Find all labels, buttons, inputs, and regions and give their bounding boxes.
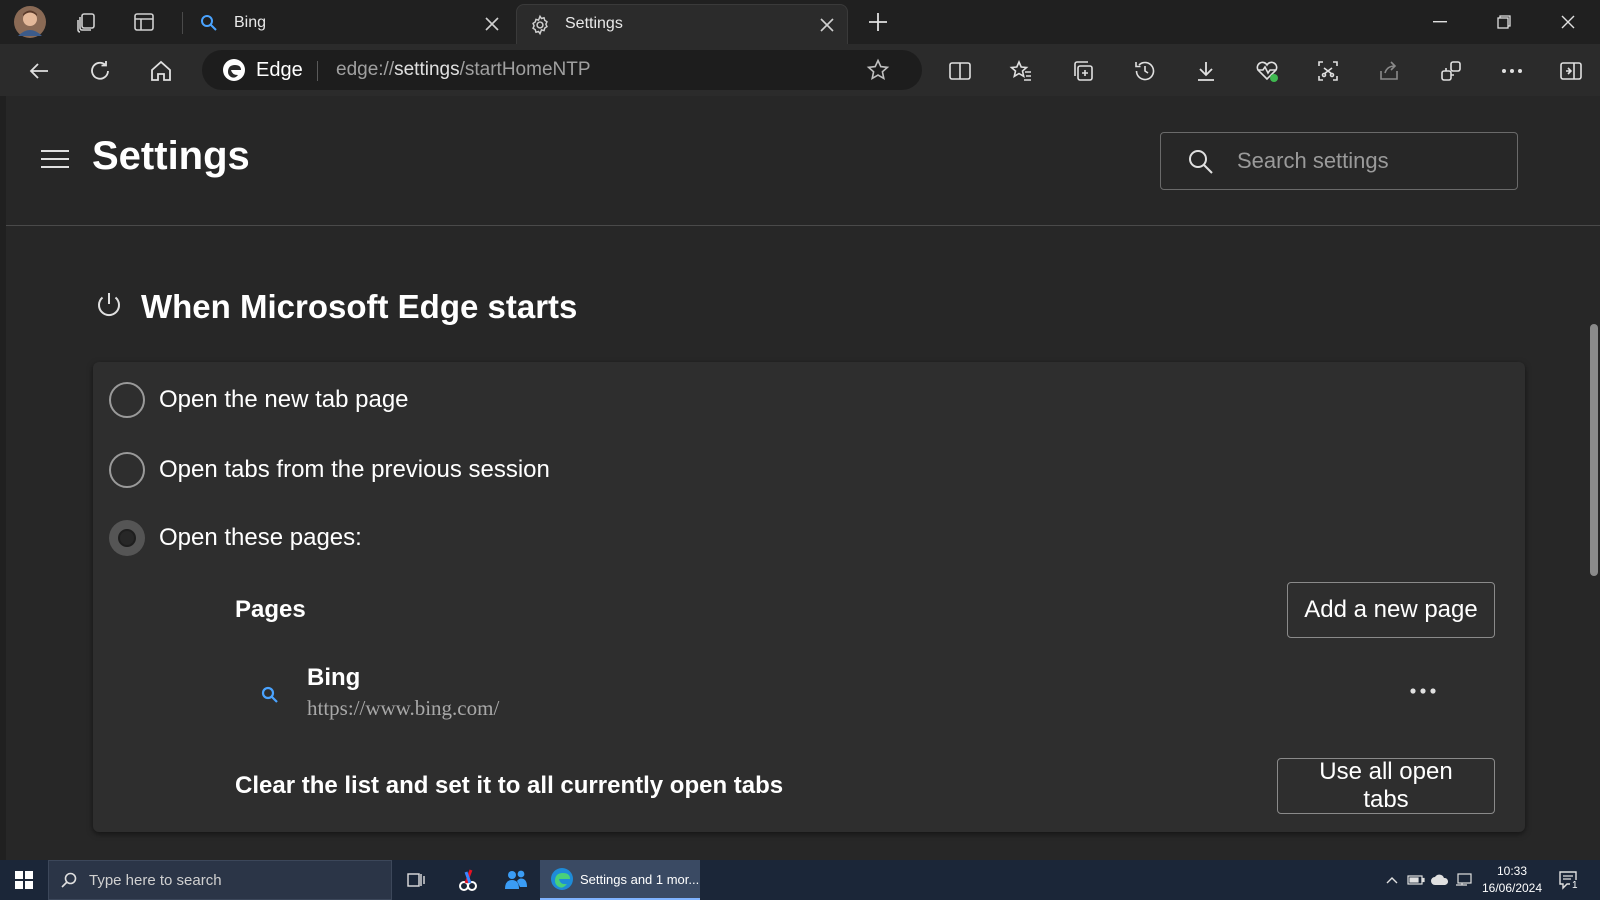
tray-chevron-up-icon[interactable] [1382,870,1402,890]
vertical-tabs-icon[interactable] [128,6,160,38]
radio-open-these-pages[interactable] [109,520,145,556]
windows-taskbar: Type here to search Settings and 1 mor..… [0,860,1600,900]
clock-time: 10:33 [1496,864,1528,878]
taskbar-edge-logo-icon [550,867,574,891]
taskbar-clock[interactable]: 10:33 16/06/2024 [1480,863,1544,897]
share-icon[interactable] [1372,54,1406,88]
menu-hamburger-icon[interactable] [40,148,70,170]
profile-avatar[interactable] [14,6,46,38]
back-arrow-icon[interactable] [22,54,56,88]
add-new-page-button[interactable]: Add a new page [1287,582,1495,638]
section-title: When Microsoft Edge starts [141,288,578,325]
sidebar-toggle-icon[interactable] [1554,54,1588,88]
favorites-icon[interactable] [1004,54,1038,88]
close-tab-settings-icon[interactable] [817,15,837,35]
search-icon [1187,148,1215,176]
snipping-tool-icon[interactable] [448,860,488,900]
edge-logo-icon [222,58,246,82]
url-scheme: edge:// [336,59,395,80]
onedrive-cloud-icon[interactable] [1430,870,1450,890]
address-divider [317,61,318,81]
workspaces-icon[interactable] [70,6,102,38]
option-new-tab-page[interactable]: Open the new tab page [109,380,409,420]
split-screen-icon[interactable] [943,54,977,88]
settings-header: Settings [6,96,1600,226]
history-icon[interactable] [1128,54,1162,88]
screenshot-icon[interactable] [1311,54,1345,88]
tab-settings[interactable]: Settings [516,4,848,44]
pages-heading: Pages [235,596,306,623]
option-new-tab-page-label: Open the new tab page [159,386,409,413]
url-path: /startHomeNTP [459,59,591,80]
radio-new-tab-page[interactable] [109,382,145,418]
bing-page-search-icon [261,686,279,704]
taskbar-search-placeholder: Type here to search [89,871,222,889]
option-previous-session-label: Open tabs from the previous session [159,456,550,483]
start-button[interactable] [0,860,48,900]
notification-count-badge: 1 [1570,880,1580,891]
address-bar[interactable]: Edge edge://settings/startHomeNTP [202,50,922,90]
page-title-bing: Bing [307,664,361,691]
page-url-bing: https://www.bing.com/ [307,696,500,720]
use-all-open-tabs-button[interactable]: Use all open tabs [1277,758,1495,814]
site-name: Edge [256,58,303,81]
people-app-icon[interactable] [496,860,536,900]
url-host: settings [394,59,460,80]
downloads-icon[interactable] [1189,54,1223,88]
settings-page: Settings When Microsoft Edge starts Open… [6,96,1600,860]
page-list-item: Bing https://www.bing.com/ [253,664,1485,726]
tab-strip: Bing Settings [0,0,1600,44]
settings-search-box[interactable] [1160,132,1518,190]
taskbar-search-icon [61,872,77,888]
option-open-these-pages-label: Open these pages: [159,524,362,551]
battery-icon[interactable] [1406,870,1426,890]
network-icon[interactable] [1454,870,1474,890]
page-title: Settings [92,134,250,178]
startup-options-card: Open the new tab page Open tabs from the… [93,362,1525,832]
tab-bing-label: Bing [234,14,267,31]
tab-divider [182,12,183,34]
taskbar-edge-label: Settings and 1 mor... [580,871,700,887]
refresh-icon[interactable] [83,54,117,88]
close-tab-bing-icon[interactable] [482,14,502,34]
new-tab-plus-icon[interactable] [862,6,894,38]
site-identity[interactable]: Edge [222,50,303,90]
home-icon[interactable] [144,54,178,88]
url-text[interactable]: edge://settings/startHomeNTP [336,50,591,90]
close-window-button[interactable] [1536,0,1600,44]
extensions-icon[interactable] [1434,54,1468,88]
windows-logo-icon [15,871,33,889]
page-scrollbar[interactable] [1590,324,1598,576]
restore-button[interactable] [1472,0,1536,44]
notification-center-icon[interactable]: 1 [1556,870,1582,891]
clear-list-description: Clear the list and set it to all current… [235,772,784,799]
minimize-button[interactable] [1408,0,1472,44]
taskbar-edge-settings[interactable]: Settings and 1 mor... [540,860,700,900]
search-settings-input[interactable] [1237,133,1507,189]
option-previous-session[interactable]: Open tabs from the previous session [109,450,550,490]
collections-icon[interactable] [1066,54,1100,88]
tab-settings-label: Settings [565,15,623,32]
settings-gear-icon [529,14,551,36]
clock-date: 16/06/2024 [1481,881,1543,895]
bing-search-icon [200,14,218,32]
tab-bing[interactable]: Bing [190,4,510,44]
taskbar-search-box[interactable]: Type here to search [48,860,392,900]
page-more-options-icon[interactable] [1403,676,1443,706]
radio-selected-dot [118,529,136,547]
more-options-icon[interactable] [1495,54,1529,88]
radio-previous-session[interactable] [109,452,145,488]
browser-essentials-icon[interactable] [1250,54,1284,88]
power-icon [94,290,124,320]
task-view-icon[interactable] [396,860,436,900]
browser-toolbar: Edge edge://settings/startHomeNTP [0,44,1600,96]
option-open-these-pages[interactable]: Open these pages: [109,518,362,558]
favorite-star-icon[interactable] [866,58,890,82]
